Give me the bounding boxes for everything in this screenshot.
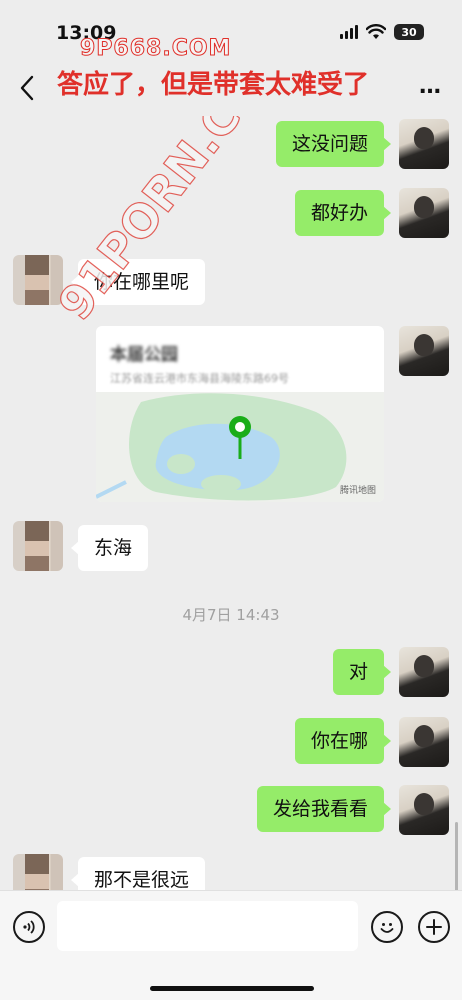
location-map: 腾讯地图 (96, 392, 384, 502)
avatar-me[interactable] (399, 326, 449, 376)
message-bubble[interactable]: 这没问题 (275, 121, 392, 167)
location-name: 本届公园 (110, 345, 178, 365)
wifi-icon (366, 24, 386, 39)
message-bubble[interactable]: 东海 (70, 525, 149, 571)
voice-icon[interactable] (13, 911, 45, 943)
chat-title: 答应了，但是带套太难受了 (57, 70, 370, 100)
input-bar (0, 890, 462, 1000)
avatar-me[interactable] (399, 647, 449, 697)
back-chevron-icon[interactable] (16, 74, 40, 102)
avatar-contact[interactable] (13, 521, 63, 571)
avatar-me[interactable] (399, 785, 449, 835)
location-address: 江苏省连云港市东海县海陵东路69号 (110, 372, 289, 385)
status-icons: 30 (340, 24, 424, 40)
message-input[interactable] (57, 901, 358, 951)
message-list[interactable]: 这没问题 都好办 你在哪里呢 本届公园 江苏省连云港市东海县海陵东路69号 腾讯… (0, 116, 462, 890)
timestamp: 4月7日 14:43 (182, 606, 280, 624)
chat-header: 答应了，但是带套太难受了 … (0, 60, 462, 116)
avatar-me[interactable] (399, 119, 449, 169)
avatar-me[interactable] (399, 188, 449, 238)
scrollbar-thumb[interactable] (455, 822, 458, 890)
message-bubble[interactable]: 对 (332, 649, 392, 695)
more-icon[interactable]: … (419, 74, 442, 99)
avatar-me[interactable] (399, 717, 449, 767)
battery-icon: 30 (394, 24, 424, 40)
message-bubble[interactable]: 都好办 (294, 190, 392, 236)
message-bubble[interactable]: 发给我看看 (256, 786, 392, 832)
watermark-top: 9P668.COM (79, 36, 232, 62)
avatar-contact[interactable] (13, 854, 63, 890)
message-bubble[interactable]: 你在哪 (294, 718, 392, 764)
signal-icon (340, 25, 358, 39)
plus-icon[interactable] (418, 911, 450, 943)
message-bubble[interactable]: 那不是很远 (70, 857, 206, 890)
home-indicator[interactable] (150, 986, 314, 991)
map-source-label: 腾讯地图 (339, 486, 376, 496)
emoji-icon[interactable] (371, 911, 403, 943)
location-card[interactable]: 本届公园 江苏省连云港市东海县海陵东路69号 腾讯地图 (96, 326, 384, 502)
